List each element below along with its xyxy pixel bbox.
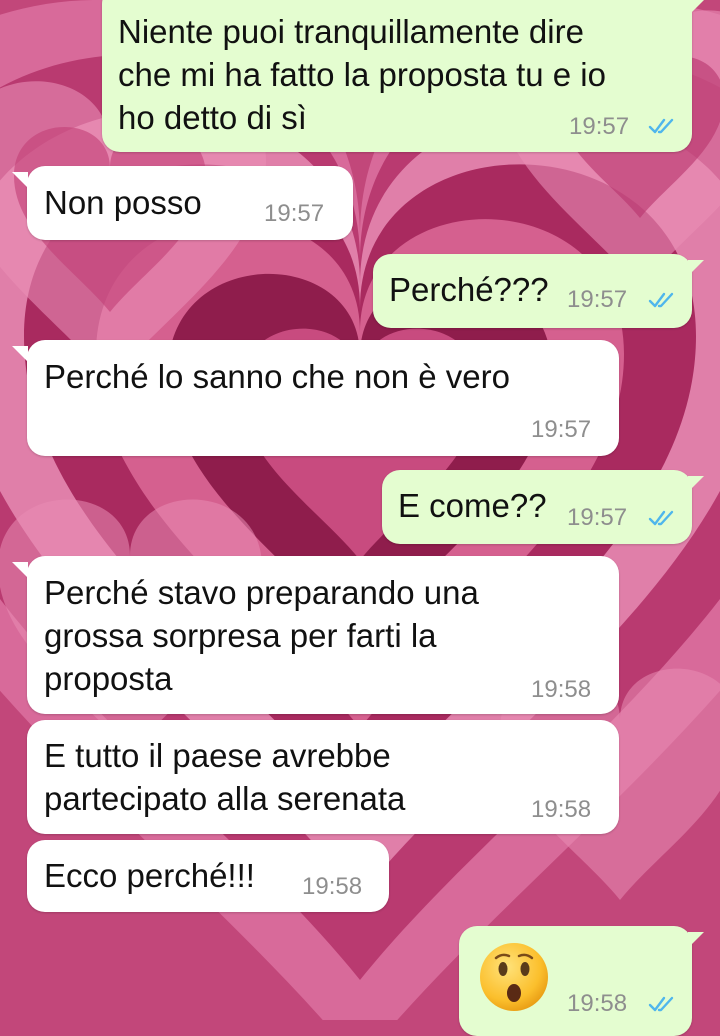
- message-text: Niente puoi tranquillamente dire che mi …: [118, 13, 606, 136]
- message-timestamp: 19:57: [567, 504, 628, 531]
- message-timestamp: 19:57: [531, 416, 592, 443]
- message-text: Non posso: [44, 184, 202, 221]
- read-receipt-icon: [648, 510, 674, 526]
- message-text: Perché???: [389, 271, 549, 308]
- bubble-tail: [688, 260, 704, 276]
- message-timestamp: 19:58: [531, 676, 592, 703]
- message-timestamp: 19:58: [302, 873, 363, 900]
- message-text: Perché lo sanno che non è vero: [44, 358, 510, 395]
- bubble-tail: [688, 932, 704, 948]
- message-text: E come??: [398, 487, 547, 524]
- message-text: Perché stavo preparando una grossa sorpr…: [44, 574, 479, 697]
- message-timestamp: 19:57: [567, 286, 628, 313]
- message-text: E tutto il paese avrebbe partecipato all…: [44, 737, 406, 817]
- bubble-tail: [12, 346, 28, 362]
- message-timestamp: 19:58: [531, 796, 592, 823]
- message-timestamp: 19:57: [264, 200, 325, 227]
- read-receipt-icon: [648, 996, 674, 1012]
- message-timestamp: 19:58: [567, 990, 628, 1017]
- read-receipt-icon: [648, 292, 674, 308]
- bubble-tail: [688, 0, 704, 16]
- bubble-tail: [12, 562, 28, 578]
- read-receipt-icon: [648, 118, 674, 134]
- bubble-tail: [12, 172, 28, 188]
- bubble-tail: [688, 476, 704, 492]
- message-text: Ecco perché!!!: [44, 857, 255, 894]
- hushed-face-emoji-icon: [480, 943, 548, 1011]
- message-timestamp: 19:57: [569, 113, 630, 140]
